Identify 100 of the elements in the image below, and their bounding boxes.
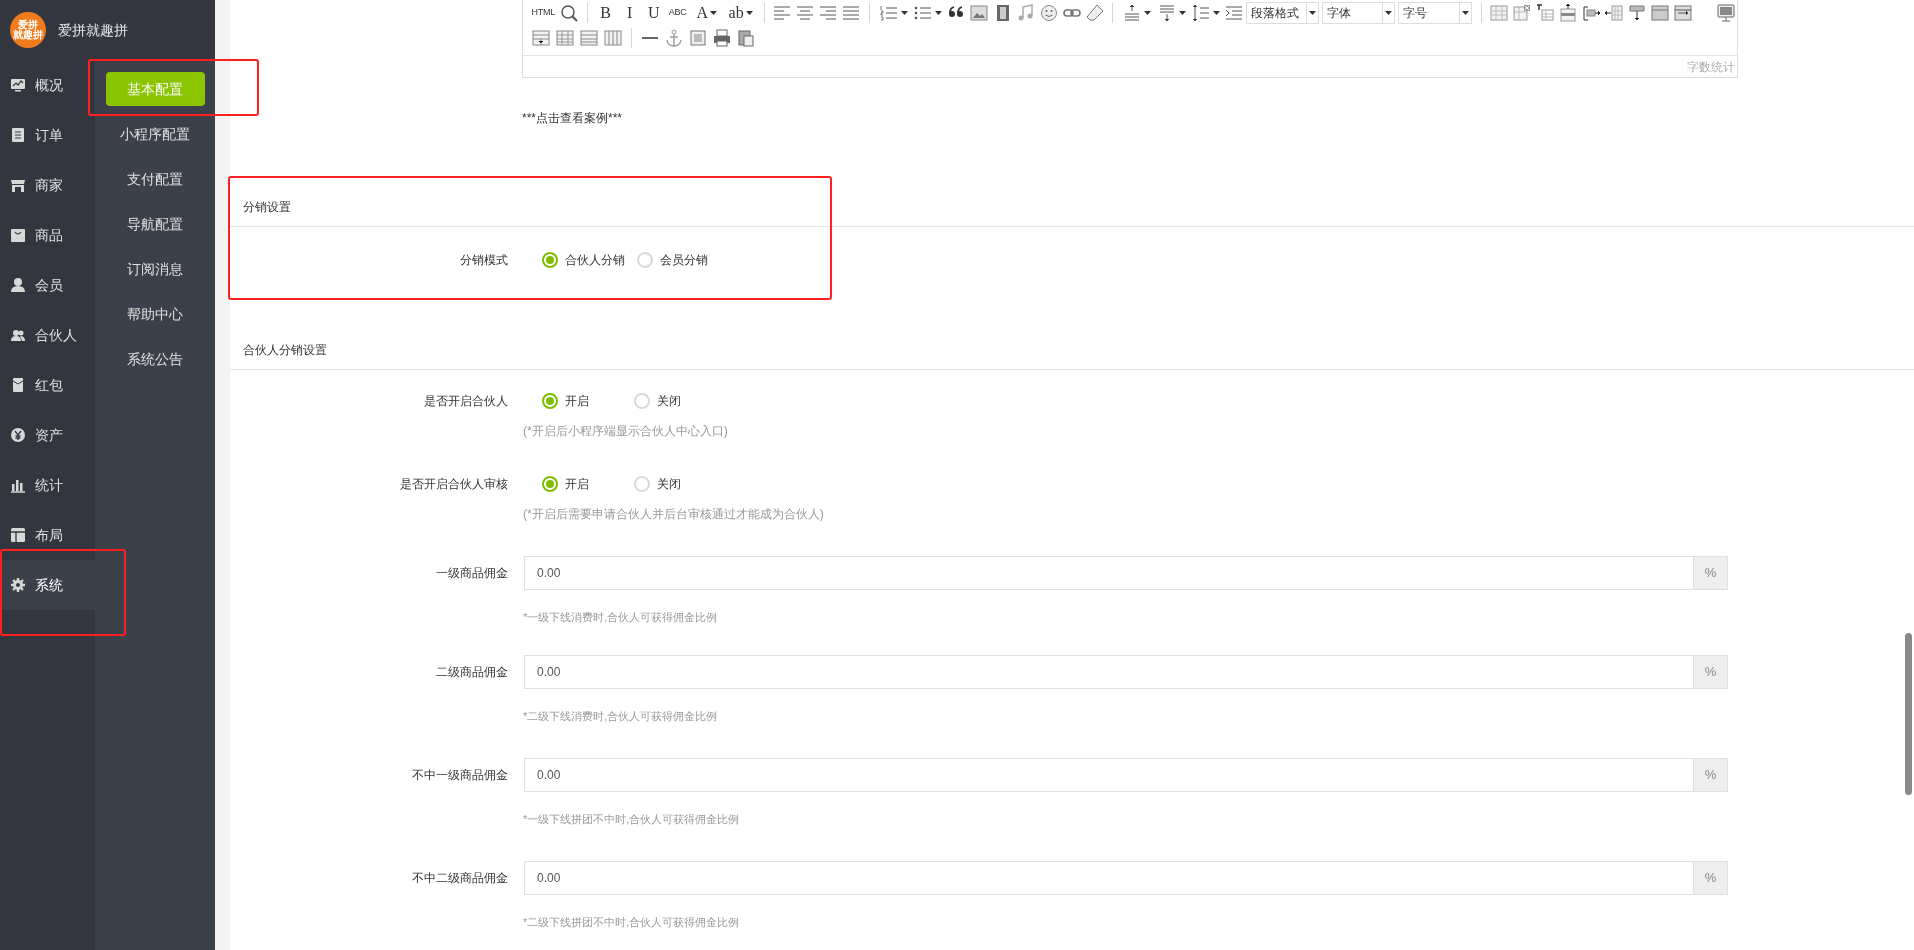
nav-item[interactable]: 红包 [35, 374, 63, 396]
toolbar-dropdown[interactable]: 字号 [1398, 1, 1472, 24]
nav-item[interactable]: 概况 [35, 74, 63, 96]
caret-icon [1309, 10, 1317, 15]
nav-item[interactable]: 资产 [35, 424, 63, 446]
radio-button[interactable] [637, 252, 653, 268]
radio-button[interactable] [634, 393, 650, 409]
brand-name: 爱拼就趣拼 [58, 20, 128, 40]
monitor-icon[interactable] [1715, 2, 1736, 23]
toolbar-button[interactable]: B [593, 1, 618, 24]
subnav-item[interactable]: 导航配置 [127, 214, 183, 235]
eraser-icon[interactable] [1084, 2, 1105, 23]
hint-text: *一级下线拼团不中时,合伙人可获得佣金比例 [523, 811, 740, 827]
logo-text: 就趣拼 [13, 30, 43, 40]
column-arrow-icon[interactable] [1604, 2, 1625, 23]
hint-text: *二级下线拼团不中时,合伙人可获得佣金比例 [523, 914, 740, 930]
example-link[interactable]: ***点击查看案例*** [522, 109, 623, 127]
radio-button[interactable] [634, 476, 650, 492]
line-height-icon[interactable] [1191, 2, 1212, 23]
preview-icon[interactable] [559, 2, 580, 23]
radio-button[interactable] [542, 393, 558, 409]
logo-text: 爱拼 [18, 20, 38, 30]
settings-icon [10, 577, 26, 593]
nav-item[interactable]: 商家 [35, 174, 63, 196]
user-icon [10, 277, 26, 293]
word-count: 字数统计 [1687, 58, 1735, 76]
nav-item[interactable]: 系统 [35, 574, 63, 596]
toolbar-button[interactable]: A [689, 1, 724, 24]
image-icon[interactable] [969, 2, 990, 23]
hint-text: (*开启后小程序端显示合伙人中心入口) [523, 423, 728, 440]
input-group[interactable]: 0.00 % [524, 655, 1728, 689]
input-group[interactable]: 0.00 % [524, 758, 1728, 792]
subnav-item[interactable]: 支付配置 [127, 169, 183, 190]
radio-button[interactable] [542, 252, 558, 268]
field-label: 是否开启合伙人 [424, 394, 508, 408]
subnav-item[interactable]: 系统公告 [127, 349, 183, 370]
input-group[interactable]: 0.00 % [524, 861, 1728, 895]
field-label: 是否开启合伙人审核 [400, 477, 508, 491]
toolbar-button[interactable]: ab [723, 1, 758, 24]
input-value: 0.00 [536, 767, 562, 784]
section-title: 合伙人分销设置 [243, 342, 327, 359]
hint-text: *一级下线消费时,合伙人可获得佣金比例 [523, 609, 718, 625]
unit-addon: % [1693, 557, 1727, 589]
section-title: 分销设置 [243, 199, 291, 216]
radio-label: 合伙人分销 [565, 252, 625, 269]
radio-button[interactable] [542, 476, 558, 492]
subnav-item[interactable]: 小程序配置 [120, 124, 190, 145]
subnav-item[interactable]: 帮助中心 [127, 304, 183, 325]
table-icon[interactable] [1489, 2, 1509, 23]
table-row-icon[interactable] [531, 27, 551, 48]
emoji-icon[interactable] [1038, 2, 1059, 23]
bar-chart-icon [10, 477, 26, 493]
caret-icon [1385, 10, 1393, 15]
caret-icon [1461, 10, 1469, 15]
nav-item[interactable]: 统计 [35, 474, 63, 496]
field-label: 分销模式 [460, 253, 508, 267]
toolbar-button[interactable]: U [641, 1, 666, 24]
nav-item[interactable]: 布局 [35, 524, 63, 546]
yen-icon [10, 427, 26, 443]
radio-label: 开启 [565, 393, 589, 410]
radio-label: 关闭 [657, 393, 681, 410]
unit-addon: % [1693, 759, 1727, 791]
store-icon [10, 177, 26, 193]
field-label: 二级商品佣金 [436, 665, 508, 679]
delete-table-icon[interactable] [1512, 2, 1533, 23]
unit-addon: % [1693, 656, 1727, 688]
envelope-icon [10, 377, 26, 393]
input-value: 0.00 [536, 565, 562, 582]
subnav-item[interactable]: 订阅消息 [127, 259, 183, 280]
users-icon [10, 327, 26, 343]
paste-icon[interactable] [736, 27, 756, 48]
toolbar-button[interactable]: ABC [665, 1, 690, 24]
toolbar-button[interactable]: HTML [529, 1, 558, 24]
radio-label: 关闭 [657, 476, 681, 493]
clipboard-icon [10, 127, 26, 143]
bag-icon [10, 227, 26, 243]
toolbar-dropdown[interactable]: 字体 [1322, 1, 1396, 24]
nav-item[interactable]: 合伙人 [35, 324, 77, 346]
printer-icon[interactable] [712, 27, 732, 48]
table-columns-icon[interactable] [603, 27, 623, 48]
scrollbar-thumb[interactable] [1905, 633, 1912, 795]
merge-cells-icon[interactable] [1650, 2, 1671, 23]
insert-row-icon[interactable] [1558, 2, 1579, 23]
radio-label: 会员分销 [660, 252, 708, 269]
toolbar-dropdown[interactable]: 段落格式 [1245, 1, 1320, 24]
table-title-icon[interactable] [1535, 2, 1556, 23]
dashboard-icon [10, 77, 26, 93]
field-label: 一级商品佣金 [436, 566, 508, 580]
toolbar-button[interactable]: I [617, 1, 642, 24]
nav-item[interactable]: 商品 [35, 224, 63, 246]
hint-text: *二级下线消费时,合伙人可获得佣金比例 [523, 708, 718, 724]
input-group[interactable]: 0.00 % [524, 556, 1728, 590]
field-label: 不中一级商品佣金 [412, 768, 508, 782]
anchor-icon[interactable] [664, 27, 684, 48]
input-value: 0.00 [536, 870, 562, 887]
layout-icon [10, 527, 26, 543]
nav-item[interactable]: 会员 [35, 274, 63, 296]
input-value: 0.00 [536, 664, 562, 681]
nav-item[interactable]: 订单 [35, 124, 63, 146]
field-label: 不中二级商品佣金 [412, 871, 508, 885]
